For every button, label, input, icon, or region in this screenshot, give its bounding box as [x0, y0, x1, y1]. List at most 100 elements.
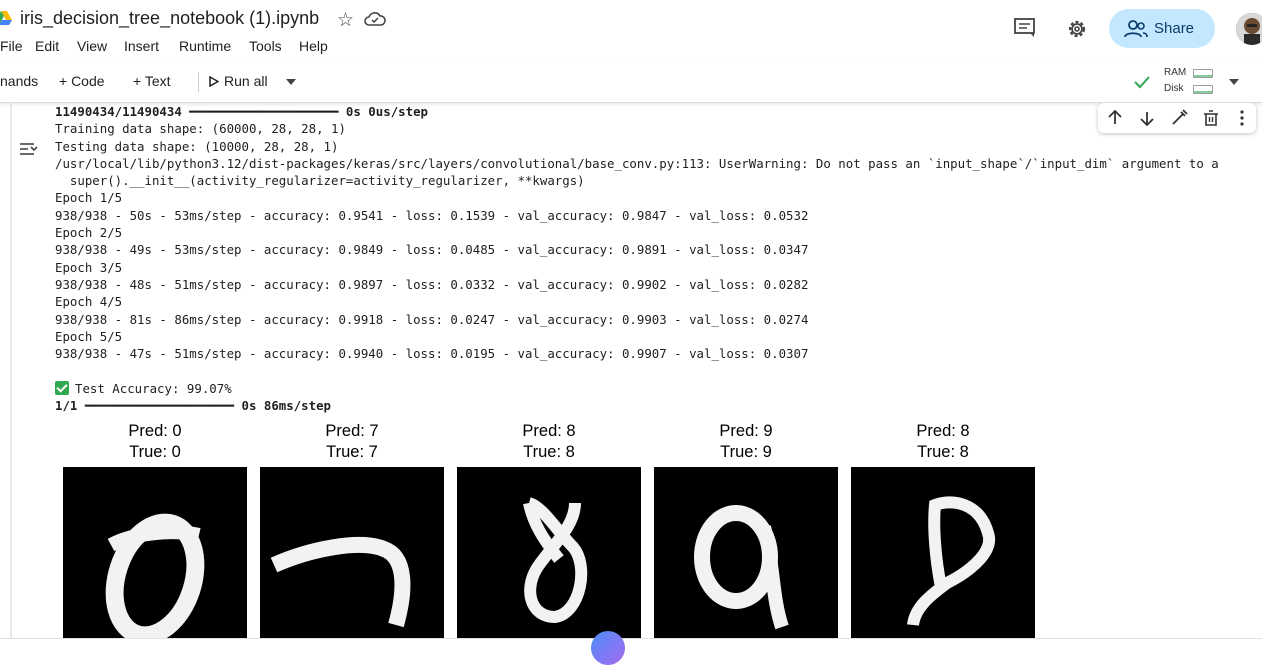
output-line: 938/938 - 50s - 53ms/step - accuracy: 0.… [55, 207, 1262, 224]
pred-label: Pred: 7 [325, 422, 379, 440]
output-line: Testing data shape: (10000, 28, 28, 1) [55, 138, 1262, 155]
run-all-dropdown-icon[interactable] [286, 79, 296, 85]
prediction-panel: Pred: 9 True: 9 [654, 421, 838, 638]
notebook-title[interactable]: iris_decision_tree_notebook (1).ipynb [20, 8, 319, 29]
move-down-icon[interactable] [1137, 108, 1157, 128]
avatar[interactable] [1236, 13, 1262, 45]
digit-image-1 [260, 467, 444, 638]
output-text: /usr/local/lib/python3.12/dist-packages/… [55, 155, 1219, 171]
menu-help[interactable]: Help [299, 38, 328, 54]
true-label: True: 9 [720, 443, 772, 461]
output-text: Test Accuracy: 99.07% [75, 380, 232, 396]
cell-gutter [10, 103, 12, 638]
runtime-dropdown-icon[interactable] [1228, 78, 1240, 86]
share-button[interactable]: Share [1109, 9, 1215, 48]
true-label: True: 7 [326, 443, 378, 461]
output-line: 938/938 - 47s - 51ms/step - accuracy: 0.… [55, 345, 1262, 362]
output-text: 1/1 ━━━━━━━━━━━━━━━━━━━━ 0s 86ms/step [55, 398, 332, 414]
gear-icon[interactable] [1065, 17, 1089, 41]
prediction-panel: Pred: 7 True: 7 [260, 421, 444, 638]
true-label: True: 8 [917, 443, 969, 461]
output-text: Epoch 4/5 [55, 294, 123, 310]
digit-image-4 [851, 467, 1035, 638]
output-text: 938/938 - 50s - 53ms/step - accuracy: 0.… [55, 207, 809, 223]
run-all-button[interactable]: Run all [209, 73, 268, 89]
output-text: Epoch 2/5 [55, 225, 123, 241]
true-label: True: 8 [523, 443, 575, 461]
notebook-toolbar: nands + Code + Text Run all RAM Disk [0, 62, 1262, 103]
prediction-panel: Pred: 8 True: 8 [851, 421, 1035, 638]
output-text: 938/938 - 49s - 53ms/step - accuracy: 0.… [55, 242, 809, 258]
output-text: Epoch 1/5 [55, 190, 123, 206]
menu-runtime[interactable]: Runtime [179, 38, 231, 54]
comment-icon[interactable] [1013, 17, 1037, 39]
output-text: Training data shape: (60000, 28, 28, 1) [55, 121, 346, 137]
delete-icon[interactable] [1201, 108, 1221, 128]
test-accuracy-line: Test Accuracy: 99.07% [55, 380, 1262, 397]
cell-actions-toolbar [1098, 103, 1256, 133]
run-all-label: Run all [224, 73, 268, 89]
output-text: 11490434/11490434 ━━━━━━━━━━━━━━━━━━━━ 0… [55, 104, 428, 119]
digit-image-2 [457, 467, 641, 638]
play-icon [209, 75, 220, 88]
output-text: Testing data shape: (10000, 28, 28, 1) [55, 138, 339, 154]
prediction-panel: Pred: 0 True: 0 [63, 421, 247, 638]
gemini-sparkle-icon[interactable] [591, 631, 625, 665]
avatar-image [1236, 13, 1262, 45]
status-bar [0, 638, 1262, 653]
digit-image-0 [63, 467, 247, 638]
commands-button[interactable]: nands [0, 73, 38, 89]
output-text: 938/938 - 48s - 51ms/step - accuracy: 0.… [55, 276, 809, 292]
header: iris_decision_tree_notebook (1).ipynb ☆ … [0, 0, 1262, 62]
share-label: Share [1154, 20, 1195, 37]
pred-label: Pred: 8 [916, 422, 970, 440]
pred-label: Pred: 0 [128, 422, 182, 440]
output-text: Epoch 3/5 [55, 259, 123, 275]
output-line: /usr/local/lib/python3.12/dist-packages/… [55, 155, 1262, 172]
output-text: 938/938 - 47s - 51ms/step - accuracy: 0.… [55, 346, 809, 362]
menu-edit[interactable]: Edit [35, 38, 59, 54]
prediction-panel: Pred: 8 True: 8 [457, 421, 641, 638]
pred-label: Pred: 9 [719, 422, 773, 440]
output-line: super().__init__(activity_regularizer=ac… [55, 172, 1262, 189]
menu-insert[interactable]: Insert [124, 38, 159, 54]
output-line: 938/938 - 48s - 51ms/step - accuracy: 0.… [55, 276, 1262, 293]
star-icon[interactable]: ☆ [337, 9, 354, 32]
add-person-icon [1124, 19, 1148, 37]
output-line: Training data shape: (60000, 28, 28, 1) [55, 120, 1262, 137]
ram-bar[interactable] [1193, 69, 1213, 78]
output-text: 938/938 - 81s - 86ms/step - accuracy: 0.… [55, 311, 809, 327]
add-text-button[interactable]: + Text [133, 73, 171, 89]
output-line: 11490434/11490434 ━━━━━━━━━━━━━━━━━━━━ 0… [55, 103, 1262, 120]
disk-label: Disk [1164, 83, 1184, 94]
menu-tools[interactable]: Tools [249, 38, 282, 54]
google-drive-icon[interactable] [0, 10, 12, 26]
digit-image-3 [654, 467, 838, 638]
output-options-icon[interactable] [18, 141, 40, 159]
more-options-icon[interactable] [1232, 108, 1252, 128]
cell-output: 11490434/11490434 ━━━━━━━━━━━━━━━━━━━━ 0… [55, 103, 1262, 414]
output-line: Epoch 1/5 [55, 189, 1262, 206]
add-code-button[interactable]: + Code [59, 73, 105, 89]
output-line: Epoch 3/5 [55, 259, 1262, 276]
disk-bar[interactable] [1193, 85, 1213, 94]
check-mark-icon [55, 380, 69, 395]
toolbar-divider [198, 72, 199, 92]
output-line: Epoch 2/5 [55, 224, 1262, 241]
output-text: super().__init__(activity_regularizer=ac… [55, 173, 585, 189]
output-text: Epoch 5/5 [55, 328, 123, 344]
ram-label: RAM [1164, 67, 1187, 78]
code-cell: 11490434/11490434 ━━━━━━━━━━━━━━━━━━━━ 0… [0, 103, 1262, 638]
connected-check-icon [1134, 76, 1150, 89]
output-line: Epoch 4/5 [55, 293, 1262, 310]
output-line: Epoch 5/5 [55, 328, 1262, 345]
edit-icon[interactable] [1169, 108, 1189, 128]
output-line: 938/938 - 49s - 53ms/step - accuracy: 0.… [55, 241, 1262, 258]
menu-view[interactable]: View [77, 38, 107, 54]
output-line: 1/1 ━━━━━━━━━━━━━━━━━━━━ 0s 86ms/step [55, 397, 1262, 414]
move-up-icon[interactable] [1105, 108, 1125, 128]
cloud-saved-icon[interactable] [364, 10, 386, 28]
pred-label: Pred: 8 [522, 422, 576, 440]
menu-file[interactable]: File [0, 38, 23, 54]
